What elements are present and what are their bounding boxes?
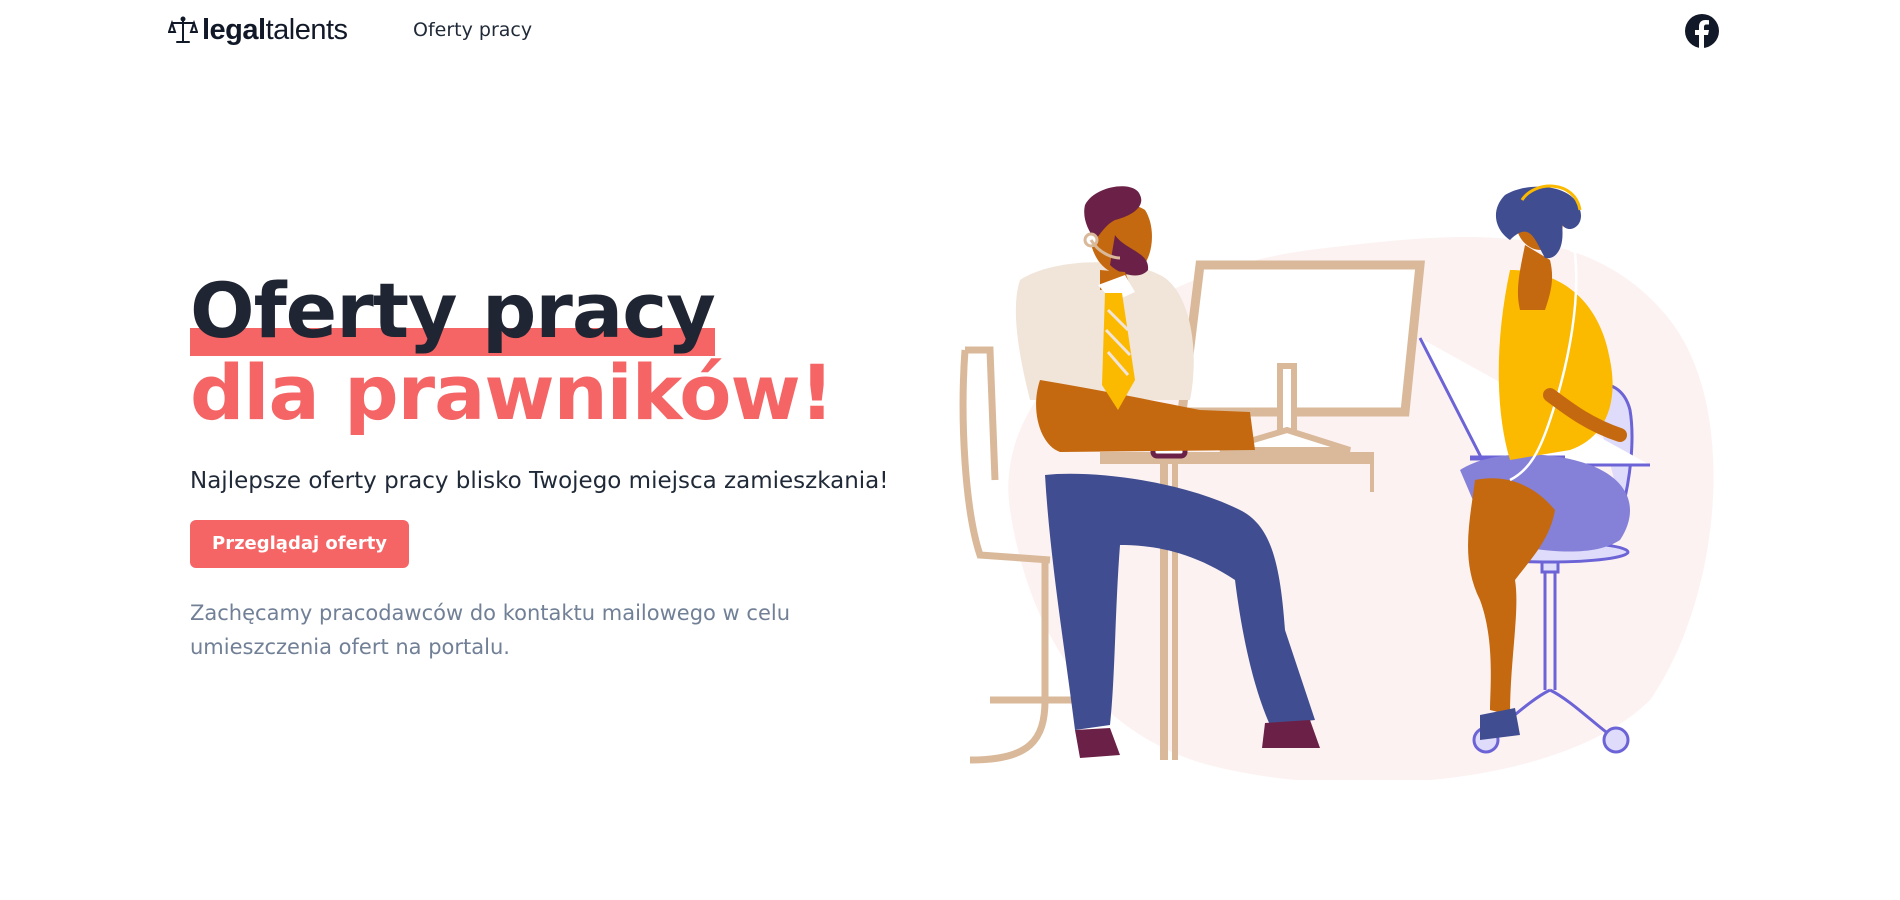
hero-subtitle: Najlepsze oferty pracy blisko Twojego mi… [190, 468, 889, 494]
facebook-icon [1685, 14, 1719, 48]
hero-section: Oferty pracy dla prawników! Najlepsze of… [190, 270, 910, 664]
nav-link-job-offers[interactable]: Oferty pracy [413, 19, 532, 41]
hero-title-line1: Oferty pracy [190, 266, 716, 356]
browse-offers-button[interactable]: Przeglądaj oferty [190, 520, 410, 568]
employer-note: Zachęcamy pracodawców do kontaktu mailow… [190, 601, 791, 659]
hero-title-line2: dla prawników! [190, 348, 834, 437]
office-workers-illustration [959, 184, 1714, 780]
logo-text: legaltalents [202, 13, 348, 46]
site-header: legaltalents Oferty pracy [0, 0, 1900, 66]
scales-icon [168, 16, 198, 43]
facebook-link[interactable] [1684, 13, 1720, 49]
logo[interactable]: legaltalents [168, 10, 348, 50]
